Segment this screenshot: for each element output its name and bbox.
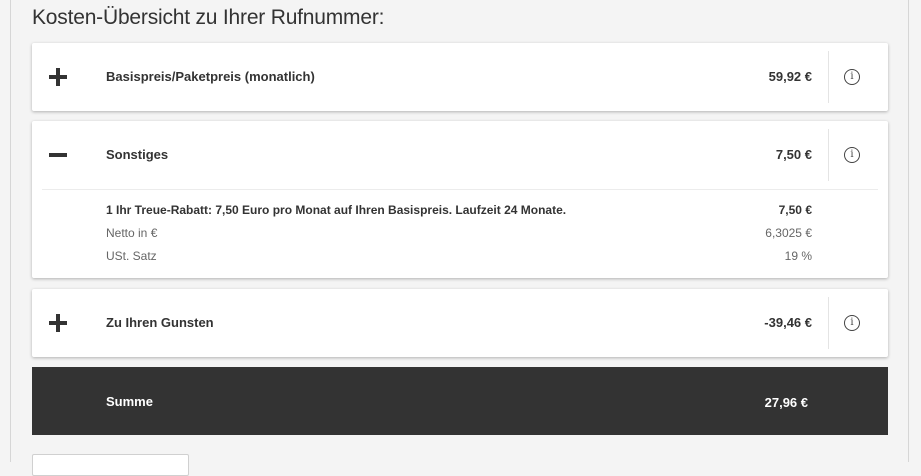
- detail-description: 1 Ihr Treue-Rabatt: 7,50 Euro pro Monat …: [106, 203, 567, 217]
- detail-value: 7,50 €: [778, 203, 812, 217]
- summary-bar: Summe 27,96 €: [32, 367, 888, 435]
- minus-icon[interactable]: [48, 145, 68, 165]
- cost-row-basispreis: Basispreis/Paketpreis (monatlich) 59,92 …: [32, 43, 888, 111]
- detail-divider: [42, 189, 878, 190]
- detail-vat-value: 19 %: [784, 249, 812, 263]
- cost-row-amount: 7,50 €: [775, 147, 812, 162]
- page-border-right: [908, 0, 909, 462]
- cost-row-amount: -39,46 €: [764, 315, 812, 330]
- cost-row-header[interactable]: Sonstiges 7,50 € i: [32, 121, 888, 189]
- plus-icon[interactable]: [48, 67, 68, 87]
- partial-card[interactable]: [32, 454, 189, 476]
- cost-row-label: Zu Ihren Gunsten: [106, 315, 214, 330]
- detail-net-label: Netto in €: [106, 226, 158, 240]
- summary-label: Summe: [106, 394, 153, 409]
- cost-row-label: Basispreis/Paketpreis (monatlich): [106, 69, 315, 84]
- info-icon[interactable]: i: [844, 315, 860, 331]
- page-title: Kosten-Übersicht zu Ihrer Rufnummer:: [32, 6, 385, 29]
- plus-icon[interactable]: [48, 313, 68, 333]
- cost-row-header[interactable]: Basispreis/Paketpreis (monatlich) 59,92 …: [32, 43, 888, 111]
- summary-amount: 27,96 €: [764, 395, 808, 410]
- cost-row-header[interactable]: Zu Ihren Gunsten -39,46 € i: [32, 289, 888, 357]
- divider: [828, 51, 829, 103]
- cost-row-sonstiges: Sonstiges 7,50 € i 1 Ihr Treue-Rabatt: 7…: [32, 121, 888, 278]
- divider: [828, 297, 829, 349]
- info-icon[interactable]: i: [844, 69, 860, 85]
- page-border-left: [10, 0, 11, 462]
- detail-net-value: 6,3025 €: [765, 226, 812, 240]
- cost-row-label: Sonstiges: [106, 147, 169, 162]
- cost-row-gunsten: Zu Ihren Gunsten -39,46 € i: [32, 289, 888, 357]
- cost-row-amount: 59,92 €: [768, 69, 812, 84]
- detail-vat-label: USt. Satz: [106, 249, 157, 263]
- info-icon[interactable]: i: [844, 147, 860, 163]
- divider: [828, 129, 829, 181]
